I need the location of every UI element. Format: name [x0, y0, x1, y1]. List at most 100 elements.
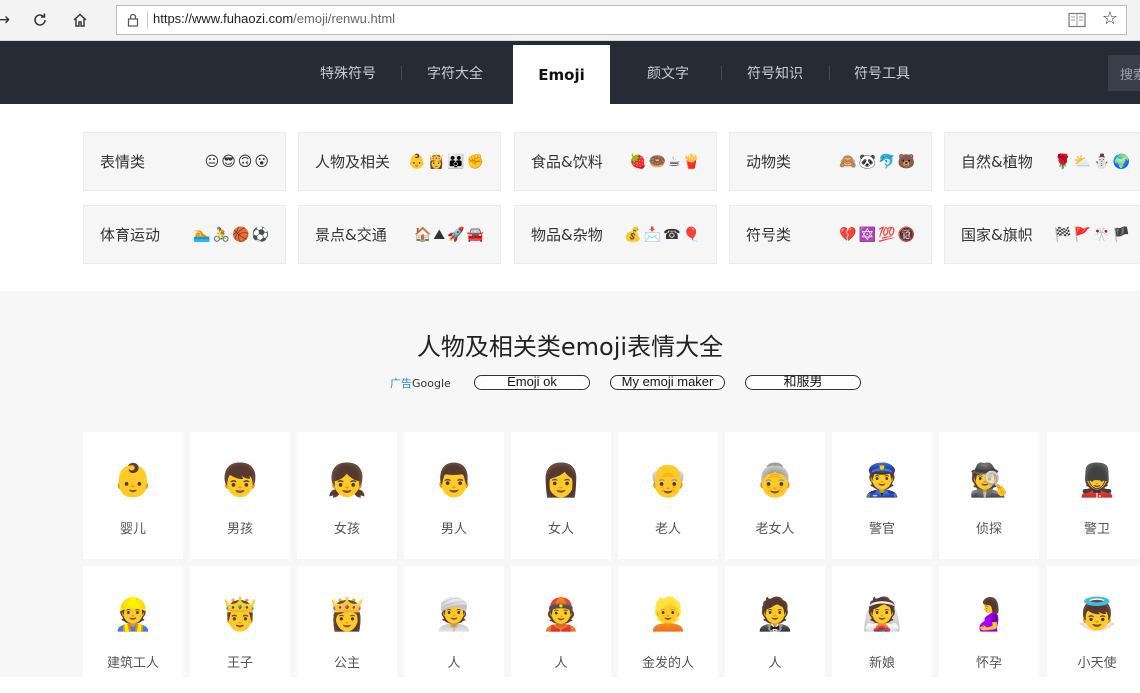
category-label: 人物及相关 — [315, 153, 391, 171]
url-text[interactable]: https://www.fuhaozi.com/emoji/renwu.html — [153, 11, 395, 26]
category-emoji-preview: 😐😎🙃😮 — [204, 153, 271, 170]
address-bar[interactable]: https://www.fuhaozi.com/emoji/renwu.html… — [116, 5, 1127, 35]
ad-link-my-emoji-maker[interactable]: My emoji maker — [610, 375, 725, 390]
category-emoji-preview: 🙈🐼🐬🐻 — [839, 153, 917, 170]
emoji-glyph: 👷 — [113, 595, 153, 633]
emoji-card[interactable]: 👸 公主 — [297, 566, 397, 693]
category-label: 食品&饮料 — [531, 153, 603, 171]
category-emoji-preview: 🌹⛅⛄🌍 — [1054, 153, 1132, 170]
ad-link-emoji-ok[interactable]: Emoji ok — [474, 375, 590, 390]
nav-item-emoji-active[interactable]: Emoji — [513, 45, 610, 104]
page-title: 人物及相关类emoji表情大全 — [416, 333, 724, 361]
category-label: 表情类 — [100, 153, 146, 171]
url-host: https://www.fuhaozi.com — [153, 11, 294, 26]
emoji-glyph: 👱 — [648, 595, 688, 633]
category-emoji-preview: 🏠⛰🚀🚘 — [413, 226, 486, 243]
emoji-card[interactable]: 👮 警官 — [832, 432, 932, 559]
emoji-glyph: 🤴 — [220, 595, 260, 633]
emoji-glyph: 🤰 — [969, 595, 1009, 633]
emoji-card[interactable]: 👨 男人 — [404, 432, 504, 559]
emoji-glyph: 👧 — [327, 461, 367, 499]
emoji-name: 婴儿 — [119, 522, 146, 537]
emoji-card[interactable]: 👧 女孩 — [297, 432, 397, 559]
nav-item-characters[interactable]: 字符大全 — [415, 59, 495, 87]
category-label: 符号类 — [746, 226, 792, 244]
lock-icon — [127, 13, 139, 27]
address-separator — [147, 11, 148, 29]
emoji-card[interactable]: 🤵 人 — [725, 566, 825, 693]
emoji-name: 女孩 — [333, 522, 360, 537]
emoji-glyph: 💂 — [1077, 461, 1117, 499]
emoji-name: 男孩 — [226, 522, 253, 537]
category-label: 自然&植物 — [961, 153, 1033, 171]
emoji-name: 怀孕 — [975, 656, 1002, 671]
emoji-name: 警卫 — [1083, 522, 1110, 537]
emoji-card[interactable]: 🕵 侦探 — [939, 432, 1039, 559]
nav-item-symbol-tools[interactable]: 符号工具 — [842, 59, 922, 87]
category-label: 景点&交通 — [315, 226, 387, 244]
emoji-glyph: 🤵 — [755, 595, 795, 633]
category-tile[interactable]: 物品&杂物 💰📩☎🎈 — [514, 205, 717, 264]
emoji-card[interactable]: 👦 男孩 — [190, 432, 290, 559]
emoji-glyph: 👶 — [113, 461, 153, 499]
emoji-card[interactable]: 👰 新娘 — [832, 566, 932, 693]
ad-tag: 广告 — [390, 377, 412, 390]
category-emoji-preview: 🏊🚴🏀⚽ — [193, 226, 271, 243]
emoji-name: 公主 — [333, 656, 360, 671]
emoji-glyph: 👩 — [541, 461, 581, 499]
emoji-listing: 人物及相关类emoji表情大全 广告Google Emoji ok My emo… — [0, 291, 1140, 693]
emoji-glyph: 🕵 — [969, 461, 1009, 499]
category-tile[interactable]: 符号类 💔🔯💯🔞 — [729, 205, 932, 264]
category-emoji-preview: 💔🔯💯🔞 — [839, 226, 917, 243]
emoji-card[interactable]: 👴 老人 — [618, 432, 718, 559]
nav-item-kaomoji[interactable]: 颜文字 — [628, 59, 708, 87]
emoji-name: 新娘 — [868, 656, 895, 671]
nav-item-special-symbols[interactable]: 特殊符号 — [308, 59, 388, 87]
emoji-name: 老人 — [654, 522, 681, 537]
category-label: 动物类 — [746, 153, 792, 171]
category-label: 国家&旗帜 — [961, 226, 1033, 244]
nav-divider — [829, 66, 830, 80]
category-tile[interactable]: 人物及相关 👶👸👪✊ — [298, 132, 501, 191]
emoji-card[interactable]: 👷 建筑工人 — [83, 566, 183, 693]
nav-divider — [721, 66, 722, 80]
emoji-name: 侦探 — [975, 522, 1002, 537]
emoji-card[interactable]: 💂 警卫 — [1047, 432, 1140, 559]
category-tile[interactable]: 景点&交通 🏠⛰🚀🚘 — [298, 205, 501, 264]
emoji-card[interactable]: 👩 女人 — [511, 432, 611, 559]
emoji-card[interactable]: 👱 金发的人 — [618, 566, 718, 693]
reading-view-icon[interactable] — [1068, 12, 1086, 28]
category-grid: 表情类 😐😎🙃😮 人物及相关 👶👸👪✊ 食品&饮料 🍓🍩☕🍟 动物类 🙈🐼🐬🐻 自然&植… — [0, 104, 1140, 291]
nav-search-button[interactable]: 搜索 — [1108, 55, 1140, 91]
emoji-glyph: 👦 — [220, 461, 260, 499]
category-tile[interactable]: 自然&植物 🌹⛅⛄🌍 — [944, 132, 1140, 191]
emoji-glyph: 👨 — [434, 461, 474, 499]
ad-link-kimono-man[interactable]: 和服男 — [745, 375, 861, 390]
category-tile[interactable]: 食品&饮料 🍓🍩☕🍟 — [514, 132, 717, 191]
emoji-name: 建筑工人 — [106, 656, 159, 671]
emoji-card[interactable]: 👼 小天使 — [1047, 566, 1140, 693]
emoji-name: 老女人 — [755, 522, 795, 537]
category-label: 物品&杂物 — [531, 226, 603, 244]
emoji-name: 小天使 — [1077, 656, 1117, 671]
refresh-icon[interactable] — [29, 9, 51, 31]
category-tile[interactable]: 国家&旗帜 🏁🚩🎌🏴 — [944, 205, 1140, 264]
category-tile[interactable]: 动物类 🙈🐼🐬🐻 — [729, 132, 932, 191]
emoji-name: 人 — [768, 656, 782, 671]
home-icon[interactable] — [69, 9, 91, 31]
emoji-name: 人 — [447, 656, 461, 671]
forward-icon[interactable]: → — [0, 9, 14, 31]
nav-item-symbol-knowledge[interactable]: 符号知识 — [735, 59, 815, 87]
category-label: 体育运动 — [100, 226, 161, 244]
emoji-card[interactable]: 👵 老女人 — [725, 432, 825, 559]
ad-brand: Google — [412, 377, 451, 390]
emoji-card[interactable]: 👳 人 — [404, 566, 504, 693]
emoji-card[interactable]: 👲 人 — [511, 566, 611, 693]
category-tile[interactable]: 表情类 😐😎🙃😮 — [83, 132, 286, 191]
favorite-star-icon[interactable]: ☆ — [1102, 8, 1118, 29]
emoji-card[interactable]: 🤴 王子 — [190, 566, 290, 693]
ad-label: 广告Google — [390, 375, 451, 391]
category-tile[interactable]: 体育运动 🏊🚴🏀⚽ — [83, 205, 286, 264]
emoji-card[interactable]: 🤰 怀孕 — [939, 566, 1039, 693]
emoji-card[interactable]: 👶 婴儿 — [83, 432, 183, 559]
